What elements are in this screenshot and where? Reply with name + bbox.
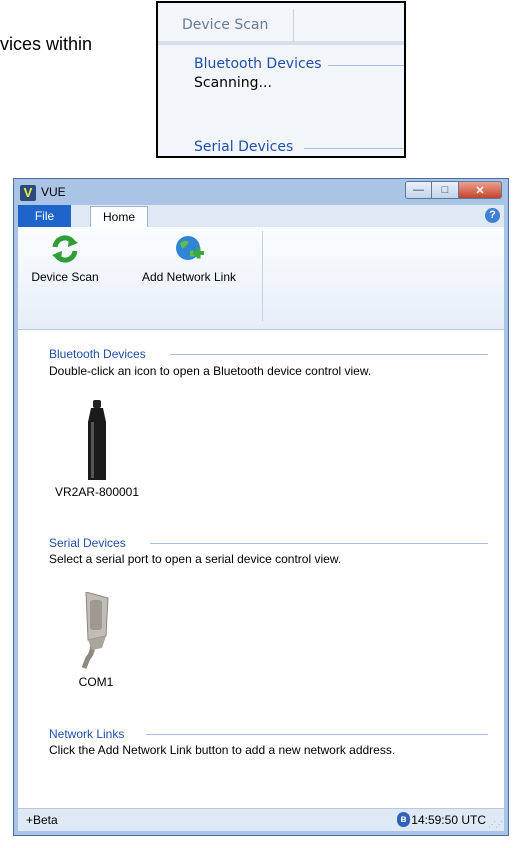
inset-scanning-text: Scanning... [194,75,272,91]
status-bar: +Beta ʙ 14:59:50 UTC ⋰⋰ [18,808,504,831]
inset-serial-rule [304,148,404,149]
caption-text: vices within [0,34,93,54]
inset-bluetooth-title: Bluetooth Devices [194,56,322,72]
serial-port-com1[interactable]: COM1 [66,592,126,689]
vue-window: V VUE — □ ✕ File Home ? Device Scan Add … [13,178,509,836]
device-scan-button[interactable]: Device Scan [26,233,104,284]
status-time: 14:59:50 UTC [411,813,486,827]
receiver-icon [88,400,106,480]
window-title: VUE [41,185,66,199]
bluetooth-section-rule [170,354,488,355]
tab-home[interactable]: Home [90,206,148,227]
ribbon-divider [262,231,263,321]
device-scan-label: Device Scan [31,270,99,284]
device-scan-inset: Device Scan Bluetooth Devices Scanning..… [156,1,406,158]
serial-section-rule [150,543,488,544]
serial-section-desc: Select a serial port to open a serial de… [49,552,342,566]
tab-file[interactable]: File [18,205,71,227]
inset-bluetooth-rule [328,65,404,66]
inset-serial-title: Serial Devices [194,139,294,155]
add-network-link-button[interactable]: Add Network Link [124,233,254,284]
bluetooth-section-desc: Double-click an icon to open a Bluetooth… [49,364,372,378]
close-button[interactable]: ✕ [459,181,502,199]
ribbon: Device Scan Add Network Link [18,227,504,330]
bluetooth-device-label: VR2AR-800001 [54,485,140,499]
ribbon-tabstrip: File Home ? [18,205,504,227]
inset-divider [158,41,404,45]
maximize-button[interactable]: □ [432,181,459,199]
vue-app-icon: V [20,185,36,201]
inset-device-scan-tab: Device Scan [166,9,294,41]
network-section-title: Network Links [49,727,125,741]
bluetooth-device-vr2ar[interactable]: VR2AR-800001 [52,400,142,499]
add-network-link-label: Add Network Link [141,270,237,284]
bluetooth-section-title: Bluetooth Devices [49,347,146,361]
resize-grip[interactable]: ⋰⋰ [488,820,503,829]
refresh-icon [52,235,78,263]
network-section-desc: Click the Add Network Link button to add… [49,743,396,757]
title-bar[interactable]: V VUE — □ ✕ [14,179,508,206]
serial-port-label: COM1 [78,675,114,689]
minimize-button[interactable]: — [405,181,432,199]
serial-connector-icon [81,592,109,669]
window-controls: — □ ✕ [405,181,502,199]
beta-label: +Beta [26,813,58,827]
serial-section-title: Serial Devices [49,536,126,550]
bluetooth-icon: ʙ [397,812,410,827]
globe-add-icon [176,236,204,260]
network-section-rule [146,734,488,735]
device-list-panel: Bluetooth Devices Double-click an icon t… [18,330,504,809]
help-icon[interactable]: ? [485,208,500,223]
